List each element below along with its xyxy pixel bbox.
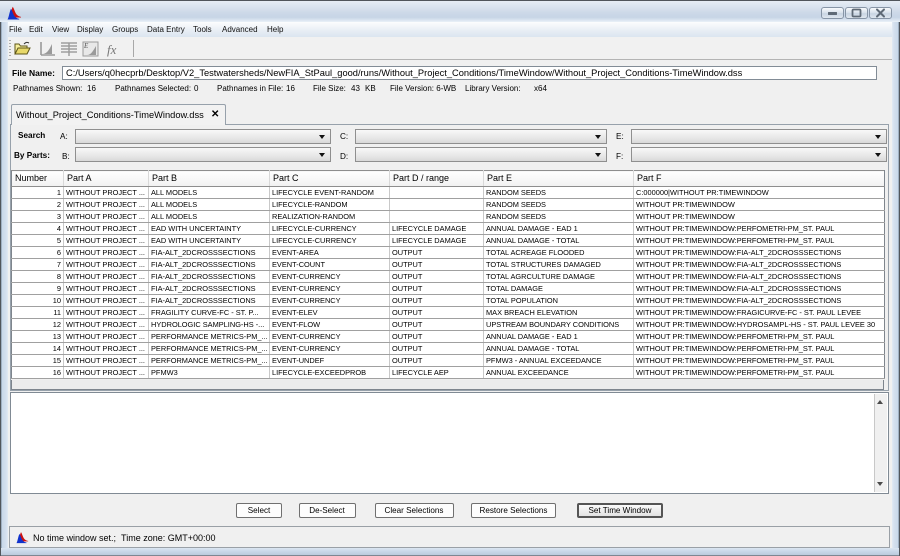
svg-text:E: E	[83, 42, 89, 50]
